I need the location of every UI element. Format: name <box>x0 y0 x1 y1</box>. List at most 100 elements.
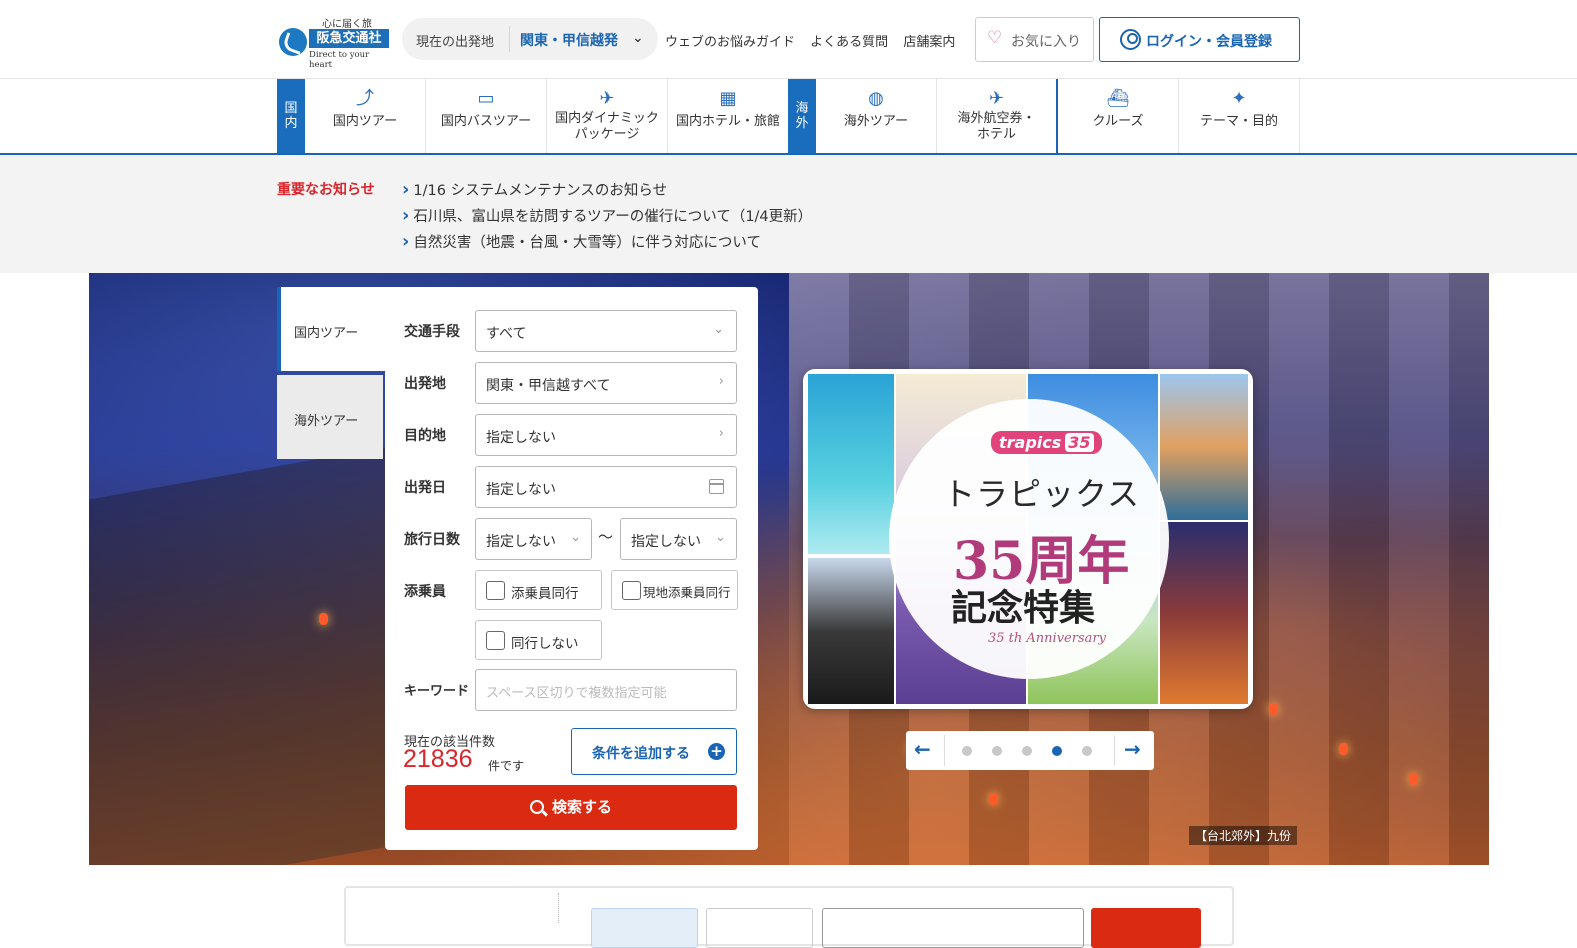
search-icon <box>529 800 544 814</box>
carousel-dot-5[interactable] <box>1082 746 1092 756</box>
keyword-input[interactable]: スペース区切りで複数指定可能 <box>475 669 737 711</box>
escort-label: 添乗員 <box>404 584 446 600</box>
escort-checkbox-none[interactable]: 同行しない <box>475 620 602 660</box>
hero-caption: 【台北郊外】九份 <box>1189 826 1298 845</box>
notice-item[interactable]: 自然災害（地震・台風・大雪等）に伴う対応について <box>402 231 812 257</box>
pager-divider <box>944 735 945 766</box>
carousel-dot-4[interactable] <box>1052 746 1062 756</box>
nav-overseas-flight-hotel[interactable]: ✈ 海外航空券・ ホテル <box>937 79 1058 153</box>
nav-label: 国内ホテル・旅館 <box>675 114 780 129</box>
origin-selector[interactable]: 現在の出発地 関東・甲信越発 ⌄ <box>402 18 658 60</box>
login-label: ログイン・会員登録 <box>1146 34 1272 50</box>
days-to-select[interactable]: 指定しない ⌄ <box>620 518 737 560</box>
range-tilde: 〜 <box>598 528 614 546</box>
destination-value: 指定しない <box>486 430 556 446</box>
arrow-left-icon[interactable]: ← <box>914 737 931 761</box>
region-overseas-label: 海外 <box>795 101 809 131</box>
notice-title: 重要なお知らせ <box>277 182 375 198</box>
result-count: 21836 <box>403 745 473 773</box>
nav-domestic-hotel[interactable]: ▦ 国内ホテル・旅館 <box>668 79 789 153</box>
days-to-value: 指定しない <box>631 534 701 550</box>
lantern-decor <box>989 793 998 805</box>
add-condition-button[interactable]: 条件を追加する + <box>571 728 737 775</box>
departure-select[interactable]: 関東・甲信越すべて › <box>475 362 737 404</box>
link-faq[interactable]: よくある質問 <box>810 35 888 50</box>
notice-item[interactable]: 1/16 システムメンテナンスのお知らせ <box>402 179 812 205</box>
chevron-down-icon: ⌄ <box>713 322 724 337</box>
nav-label: 海外航空券・ ホテル <box>937 111 1056 143</box>
link-stores[interactable]: 店舗案内 <box>903 35 955 50</box>
nav-domestic-bus-tour[interactable]: ▭ 国内バスツアー <box>426 79 547 153</box>
secondary-tab-active[interactable] <box>591 908 698 948</box>
nav-domestic-tour[interactable]: ⤴ 国内ツアー <box>305 79 426 153</box>
departure-date-field[interactable]: 指定しない <box>475 466 737 508</box>
user-icon <box>1120 29 1141 50</box>
chevron-down-icon: ⌄ <box>570 530 581 545</box>
lantern-decor <box>1339 743 1348 755</box>
link-web-guide[interactable]: ウェブのお悩みガイド <box>665 35 795 50</box>
favorites-button[interactable]: ♡ お気に入り <box>975 17 1094 62</box>
nav-label: 国内ツアー <box>332 114 398 129</box>
carousel-dot-2[interactable] <box>992 746 1002 756</box>
destination-select[interactable]: 指定しない › <box>475 414 737 456</box>
secondary-search-button[interactable] <box>1091 908 1201 948</box>
transport-value: すべて <box>486 326 527 342</box>
origin-divider <box>509 26 510 52</box>
chevron-right-icon: › <box>718 426 724 441</box>
notice-item[interactable]: 石川県、富山県を訪問するツアーの催行について（1/4更新） <box>402 205 812 231</box>
days-from-value: 指定しない <box>486 534 556 550</box>
nav-label-line1: 国内ダイナミック <box>555 111 659 126</box>
banner-title-line1: トラピックス <box>943 475 1141 513</box>
tab-domestic-tour[interactable]: 国内ツアー <box>277 287 385 371</box>
checkbox-icon <box>486 631 505 650</box>
nav-label: クルーズ <box>1092 114 1144 129</box>
hero-deco-left <box>89 446 389 865</box>
days-from-select[interactable]: 指定しない ⌄ <box>475 518 592 560</box>
plane-building-icon: ✈ <box>599 88 615 109</box>
transport-select[interactable]: すべて ⌄ <box>475 310 737 352</box>
globe-icon: ◍ <box>868 88 884 109</box>
divider <box>558 893 559 923</box>
nav-theme[interactable]: ✦ テーマ・目的 <box>1179 79 1300 153</box>
chevron-right-icon: › <box>718 374 724 389</box>
nav-label: テーマ・目的 <box>1199 114 1278 129</box>
escort-checkbox-local[interactable]: 現地添乗員同行 <box>611 570 738 610</box>
banner-photo-jiufen <box>1160 522 1248 704</box>
region-overseas: 海外 <box>788 79 816 153</box>
add-condition-label: 条件を追加する <box>592 746 690 762</box>
arrow-right-icon[interactable]: → <box>1124 737 1141 761</box>
search-button[interactable]: 検索する <box>405 785 737 830</box>
checkbox-icon <box>622 581 641 600</box>
banner-photo-beach <box>808 374 894 554</box>
origin-value: 関東・甲信越発 <box>520 33 618 49</box>
calendar-icon <box>709 479 724 494</box>
nav-label: 国内バスツアー <box>440 114 532 129</box>
promo-banner[interactable]: trapics 35 トラピックス 35周年 記念特集 35 th Anniver… <box>803 369 1253 709</box>
important-notice: 重要なお知らせ 1/16 システムメンテナンスのお知らせ 石川県、富山県を訪問す… <box>0 155 1577 273</box>
secondary-input[interactable] <box>822 908 1084 948</box>
destination-label: 目的地 <box>404 428 446 444</box>
carousel-dot-3[interactable] <box>1022 746 1032 756</box>
secondary-tab[interactable] <box>706 908 813 948</box>
banner-brand: trapics <box>999 433 1062 452</box>
carousel-dot-1[interactable] <box>962 746 972 756</box>
logo-tagline: 心に届く旅 <box>322 19 372 30</box>
nav-domestic-dynamic-package[interactable]: ✈ 国内ダイナミック パッケージ <box>547 79 668 153</box>
favorites-label: お気に入り <box>1011 34 1081 50</box>
tab-overseas-tour[interactable]: 海外ツアー <box>277 375 383 459</box>
notice-list: 1/16 システムメンテナンスのお知らせ 石川県、富山県を訪問するツアーの催行に… <box>402 179 812 257</box>
nav-label-line2: ホテル <box>976 127 1016 142</box>
nav-overseas-tour[interactable]: ◍ 海外ツアー <box>816 79 937 153</box>
banner-title-line3: 記念特集 <box>951 587 1096 629</box>
login-button[interactable]: ログイン・会員登録 <box>1099 17 1300 62</box>
banner-anniversary: 35 th Anniversary <box>988 631 1106 646</box>
route-icon: ⤴ <box>356 88 374 109</box>
nav-cruise[interactable]: ⛴ クルーズ <box>1058 79 1179 153</box>
lantern-decor <box>1409 773 1418 785</box>
keyword-label: キーワード <box>404 684 470 699</box>
escort-checkbox-with[interactable]: 添乗員同行 <box>475 570 602 610</box>
sparkle-icon: ✦ <box>1231 88 1247 109</box>
site-logo[interactable]: 心に届く旅 阪急交通社 Direct to your heart <box>279 15 391 70</box>
pager-divider <box>1114 735 1115 766</box>
chevron-down-icon: ⌄ <box>715 530 726 545</box>
